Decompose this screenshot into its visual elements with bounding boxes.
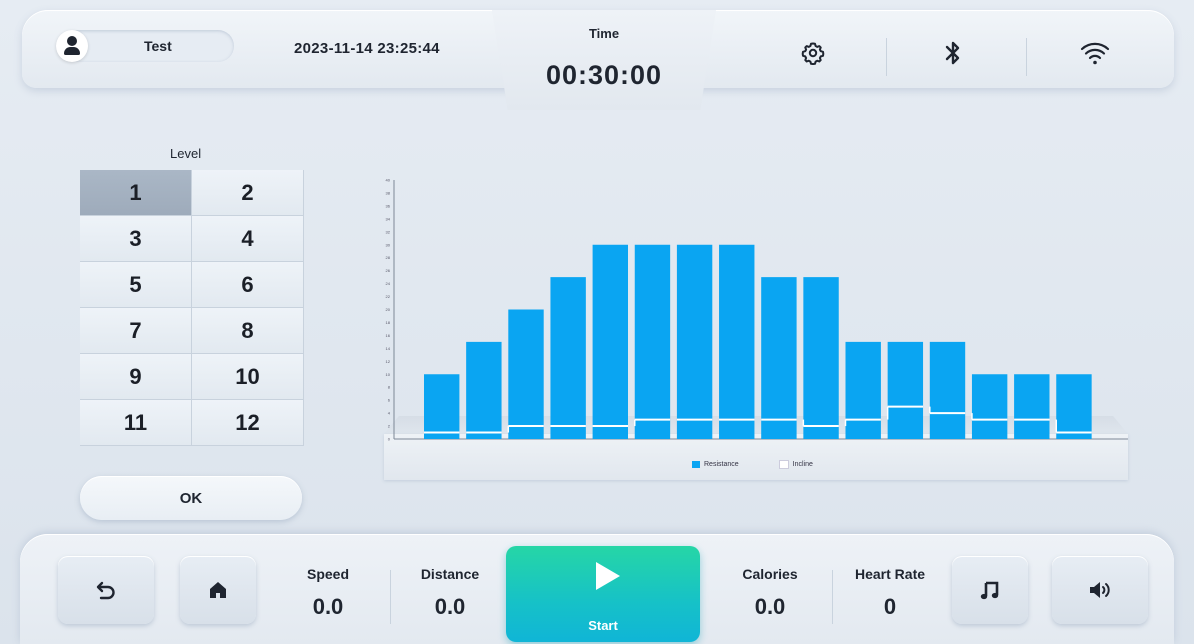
chart-legend: Resistance Incline bbox=[692, 460, 813, 469]
y-tick-label: 0 bbox=[388, 437, 391, 442]
level-option[interactable]: 12 bbox=[192, 400, 304, 446]
y-tick-label: 36 bbox=[386, 203, 391, 208]
resistance-bar bbox=[424, 374, 460, 439]
back-button[interactable] bbox=[58, 556, 154, 624]
y-tick-label: 8 bbox=[388, 385, 391, 390]
workout-profile-chart: 0 2 4 6 8 10 12 14 16 18 20 22 24 26 28 30 32 34 36 38 40 Re… bbox=[372, 172, 1132, 482]
volume-button[interactable] bbox=[1052, 556, 1148, 624]
legend-swatch bbox=[778, 460, 789, 469]
heart-rate-stat: Heart Rate 0 bbox=[848, 566, 932, 620]
calories-stat: Calories 0.0 bbox=[730, 566, 810, 620]
resistance-bar bbox=[803, 277, 839, 439]
level-option[interactable]: 3 bbox=[80, 216, 192, 262]
music-note-icon bbox=[980, 581, 999, 600]
y-tick-label: 32 bbox=[386, 229, 391, 234]
y-tick-label: 22 bbox=[386, 294, 391, 299]
stat-divider bbox=[390, 570, 391, 624]
level-title: Level bbox=[170, 146, 202, 161]
y-tick-label: 10 bbox=[386, 372, 391, 377]
y-tick-label: 16 bbox=[386, 333, 391, 338]
calories-label: Calories bbox=[742, 566, 798, 582]
y-tick-label: 2 bbox=[388, 424, 391, 429]
user-icon bbox=[56, 30, 88, 62]
resistance-bar bbox=[929, 341, 966, 439]
level-option[interactable]: 6 bbox=[192, 262, 304, 308]
legend-item-resistance: Resistance bbox=[692, 460, 739, 469]
y-tick-label: 38 bbox=[386, 190, 391, 195]
resistance-bar bbox=[1056, 374, 1092, 439]
home-icon bbox=[210, 582, 226, 598]
distance-value: 0.0 bbox=[434, 594, 466, 619]
distance-label: Distance bbox=[420, 566, 480, 582]
y-tick-label: 20 bbox=[386, 307, 391, 312]
heart-rate-value: 0 bbox=[883, 594, 897, 619]
header-divider bbox=[1026, 38, 1027, 76]
resistance-bar bbox=[845, 341, 881, 439]
y-tick-label: 28 bbox=[386, 255, 391, 260]
resistance-bar bbox=[466, 341, 502, 439]
time-label: Time bbox=[588, 26, 620, 41]
header-divider bbox=[886, 38, 887, 76]
level-option[interactable]: 10 bbox=[192, 354, 304, 400]
level-grid: 1 2 3 4 5 6 7 8 9 10 11 12 bbox=[80, 170, 304, 446]
current-datetime: 2023-11-14 23:25:44 bbox=[294, 40, 440, 57]
level-option[interactable]: 8 bbox=[192, 308, 304, 354]
y-tick-label: 34 bbox=[386, 216, 391, 221]
time-value: 00:30:00 bbox=[545, 60, 663, 90]
y-tick-label: 24 bbox=[386, 281, 391, 286]
y-tick-label: 4 bbox=[388, 411, 391, 416]
legend-swatch bbox=[692, 461, 700, 468]
y-tick-label: 18 bbox=[386, 320, 391, 325]
level-option[interactable]: 1 bbox=[80, 170, 192, 216]
y-tick-label: 26 bbox=[386, 268, 391, 273]
resistance-bar bbox=[887, 341, 924, 439]
level-option[interactable]: 4 bbox=[192, 216, 304, 262]
resistance-bar bbox=[676, 244, 713, 439]
resistance-bar bbox=[592, 244, 628, 439]
home-button[interactable] bbox=[180, 556, 256, 624]
wifi-icon[interactable] bbox=[1080, 40, 1110, 66]
y-tick-label: 14 bbox=[386, 346, 391, 351]
resistance-bar bbox=[550, 277, 586, 439]
level-option[interactable]: 11 bbox=[80, 400, 192, 446]
distance-stat: Distance 0.0 bbox=[410, 566, 490, 620]
heart-rate-label: Heart Rate bbox=[854, 566, 926, 582]
start-button[interactable]: Start bbox=[506, 546, 700, 642]
user-name: Test bbox=[144, 38, 172, 54]
speed-value: 0.0 bbox=[312, 594, 344, 619]
volume-icon bbox=[1090, 582, 1110, 598]
legend-item-incline: Incline bbox=[778, 460, 813, 469]
speed-stat: Speed 0.0 bbox=[292, 566, 364, 620]
resistance-bar bbox=[1014, 374, 1050, 439]
y-tick-label: 12 bbox=[386, 359, 391, 364]
legend-label: Resistance bbox=[704, 461, 739, 468]
speed-label: Speed bbox=[306, 566, 349, 582]
level-option[interactable]: 9 bbox=[80, 354, 192, 400]
resistance-bar bbox=[634, 244, 671, 439]
legend-label: Incline bbox=[792, 461, 813, 468]
level-option[interactable]: 7 bbox=[80, 308, 192, 354]
level-option[interactable]: 2 bbox=[192, 170, 304, 216]
music-button[interactable] bbox=[952, 556, 1028, 624]
start-label: Start bbox=[588, 618, 618, 633]
ok-button[interactable]: OK bbox=[80, 476, 302, 520]
y-tick-label: 6 bbox=[388, 398, 391, 403]
resistance-bar bbox=[508, 309, 544, 439]
stat-divider bbox=[832, 570, 833, 624]
bluetooth-icon[interactable] bbox=[940, 40, 966, 66]
time-panel: Time 00:30:00 bbox=[492, 10, 716, 110]
user-profile-pill[interactable]: Test bbox=[56, 30, 234, 62]
play-icon bbox=[596, 562, 620, 590]
back-arrow-icon bbox=[96, 581, 115, 600]
calories-value: 0.0 bbox=[754, 594, 786, 619]
y-tick-label: 30 bbox=[386, 242, 391, 247]
level-option[interactable]: 5 bbox=[80, 262, 192, 308]
gear-icon[interactable] bbox=[800, 40, 826, 66]
resistance-bar bbox=[971, 374, 1008, 439]
chart-svg: 0246810121416182022242628303234363840 bbox=[386, 178, 1128, 442]
resistance-bar bbox=[719, 244, 755, 439]
y-tick-label: 40 bbox=[386, 178, 391, 183]
resistance-bar bbox=[761, 277, 797, 439]
